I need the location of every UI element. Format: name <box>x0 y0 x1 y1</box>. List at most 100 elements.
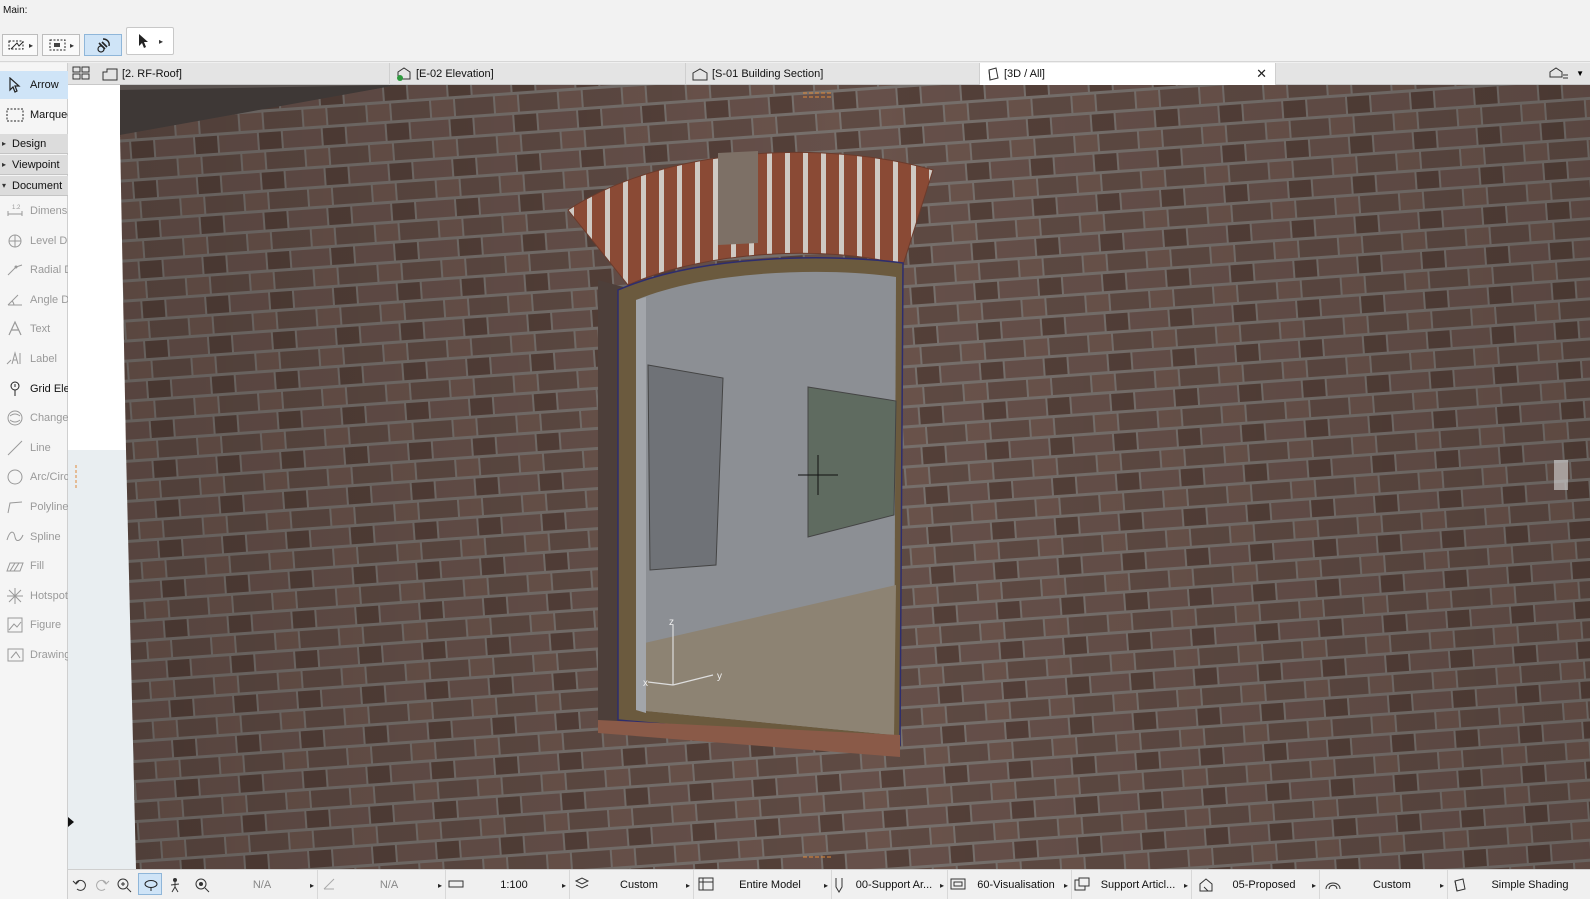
zoom-fit-icon[interactable] <box>194 877 210 893</box>
sb-value: 05-Proposed <box>1232 879 1296 891</box>
svg-text:1.2: 1.2 <box>12 205 21 211</box>
tab-label: [3D / All] <box>1004 68 1045 80</box>
section-document[interactable]: Document <box>0 176 68 196</box>
sb-value: 60-Visualisation <box>977 879 1055 891</box>
sb-scale[interactable]: 1:100 ▸ <box>466 870 570 899</box>
tool-drawing[interactable]: Drawing <box>0 641 68 669</box>
section-viewpoint[interactable]: Viewpoint <box>0 155 68 175</box>
sb-pen-set[interactable]: Custom ▸ <box>592 870 694 899</box>
orbit-button[interactable] <box>84 34 122 56</box>
arrow-tool-picker[interactable]: ▸ <box>126 27 174 55</box>
right-edge-marker[interactable] <box>1554 460 1568 490</box>
dropdown-arrow-icon: ▸ <box>1063 880 1068 890</box>
tab-e02-elevation[interactable]: [E-02 Elevation] <box>390 63 686 85</box>
tool-angle-dimension[interactable]: Angle Dimension <box>0 286 68 314</box>
close-tab-icon[interactable]: ✕ <box>1256 66 1267 82</box>
arch-keystone <box>718 151 758 245</box>
arrow-icon <box>9 77 21 93</box>
dropdown-arrow-icon: ▸ <box>69 40 74 50</box>
tool-fill[interactable]: Fill <box>0 552 68 580</box>
tool-label: Polyline <box>30 501 68 513</box>
tool-change[interactable]: Change <box>0 404 68 432</box>
redo-icon[interactable] <box>94 877 110 893</box>
toolbox: Arrow Marquee Design Viewpoint Document … <box>0 63 68 899</box>
section-icon <box>692 67 708 80</box>
tool-grid-element[interactable]: Grid Element <box>0 375 68 403</box>
tool-hotspot[interactable]: Hotspot <box>0 582 68 610</box>
tab-s01-building-section[interactable]: [S-01 Building Section] <box>686 63 980 85</box>
frame-inner-edge <box>636 297 646 713</box>
fill-icon <box>6 562 24 572</box>
view-tab-bar: [2. RF-Roof] [E-02 Elevation] [S-01 Buil… <box>68 63 1590 85</box>
zoom-in-icon[interactable] <box>116 877 132 893</box>
sb-slot-na-1[interactable]: N/A ▸ <box>214 870 318 899</box>
tab-3d-all[interactable]: [3D / All] ✕ <box>980 63 1276 85</box>
sb-slot-na-2[interactable]: N/A ▸ <box>340 870 446 899</box>
sb-renovation[interactable]: 60-Visualisation ▸ <box>968 870 1072 899</box>
sb-graphic-override[interactable]: Support Articl... ▸ <box>1092 870 1192 899</box>
quick-options-bar: N/A ▸ N/A ▸ 1:100 ▸ Custom ▸ Entire Model ▸ 0… <box>68 869 1590 899</box>
tool-label[interactable]: Label <box>0 345 68 373</box>
background-white <box>68 85 128 450</box>
tab-label: [E-02 Elevation] <box>416 68 494 80</box>
tool-arc[interactable]: Arc/Circle <box>0 463 68 491</box>
sb-partial-structure[interactable]: Custom ▸ <box>1344 870 1448 899</box>
tool-arrow[interactable]: Arrow <box>0 71 68 99</box>
tool-level-dimension[interactable]: Level Dimension <box>0 227 68 255</box>
sb-model-view[interactable]: Entire Model ▸ <box>716 870 832 899</box>
tool-line[interactable]: Line <box>0 434 68 462</box>
sb-value: N/A <box>252 879 272 891</box>
tab-rf-roof[interactable]: [2. RF-Roof] <box>96 63 390 85</box>
dimension-standard-icon <box>950 878 966 890</box>
section-design[interactable]: Design <box>0 134 68 154</box>
tool-marquee[interactable]: Marquee <box>0 101 68 129</box>
dropdown-arrow-icon: ▸ <box>939 880 944 890</box>
sb-value: 1:100 <box>500 879 528 891</box>
explore-icon[interactable] <box>168 877 182 893</box>
tab-overview-button[interactable] <box>72 66 90 84</box>
sb-value: Custom <box>620 879 658 891</box>
sb-value: Custom <box>1373 879 1411 891</box>
tool-dimension[interactable]: 1.2 Dimension <box>0 197 68 225</box>
interior-window-left <box>647 364 724 571</box>
main-toolbar: Main: ▸ ▸ ▸ <box>0 0 1590 62</box>
shading-icon <box>1454 878 1466 892</box>
axis-z-label: z <box>669 617 674 628</box>
text-icon <box>8 320 22 336</box>
axis-x-label: x <box>643 678 648 689</box>
dropdown-arrow-icon: ▸ <box>1311 880 1316 890</box>
tab-label: [2. RF-Roof] <box>122 68 182 80</box>
hotspot-icon <box>7 587 23 604</box>
chevron-down-icon: ▼ <box>1576 68 1584 78</box>
tab-bar-tools[interactable]: ▼ <box>1548 66 1584 80</box>
tool-label: Hotspot <box>30 589 68 602</box>
sb-structural[interactable]: 05-Proposed ▸ <box>1216 870 1320 899</box>
figure-icon <box>7 617 23 633</box>
sb-value: 00-Support Ar... <box>855 879 933 891</box>
tool-label: Change <box>30 412 68 425</box>
sb-value: Entire Model <box>739 879 801 891</box>
dropdown-arrow-icon: ▸ <box>158 36 163 46</box>
model-view-icon <box>698 877 714 891</box>
marquee-options-icon <box>49 39 66 51</box>
drawing-icon <box>7 648 24 662</box>
sb-shading[interactable]: Simple Shading <box>1470 870 1590 899</box>
marquee-options-button[interactable]: ▸ <box>42 34 80 56</box>
tool-spline[interactable]: Spline <box>0 523 68 551</box>
tool-text[interactable]: Text <box>0 315 68 343</box>
tool-polyline[interactable]: Polyline <box>0 493 68 521</box>
dropdown-arrow-icon: ▸ <box>309 880 314 890</box>
selection-method-button[interactable]: ▸ <box>2 34 38 56</box>
tool-figure[interactable]: Figure <box>0 611 68 639</box>
tool-label: Dimension <box>30 205 68 217</box>
level-dimension-icon <box>8 234 22 248</box>
undo-icon[interactable] <box>72 877 88 893</box>
change-icon <box>7 410 23 426</box>
3d-viewport[interactable]: z y x <box>68 85 1590 869</box>
sb-layer-combo[interactable]: 00-Support Ar... ▸ <box>848 870 948 899</box>
orbit-mode-button[interactable] <box>138 873 162 895</box>
tool-label: Line <box>30 441 51 454</box>
axis-y-label: y <box>717 671 722 682</box>
tool-radial-dimension[interactable]: Radial Dimension <box>0 256 68 284</box>
cursor-arrow-icon <box>138 34 148 48</box>
